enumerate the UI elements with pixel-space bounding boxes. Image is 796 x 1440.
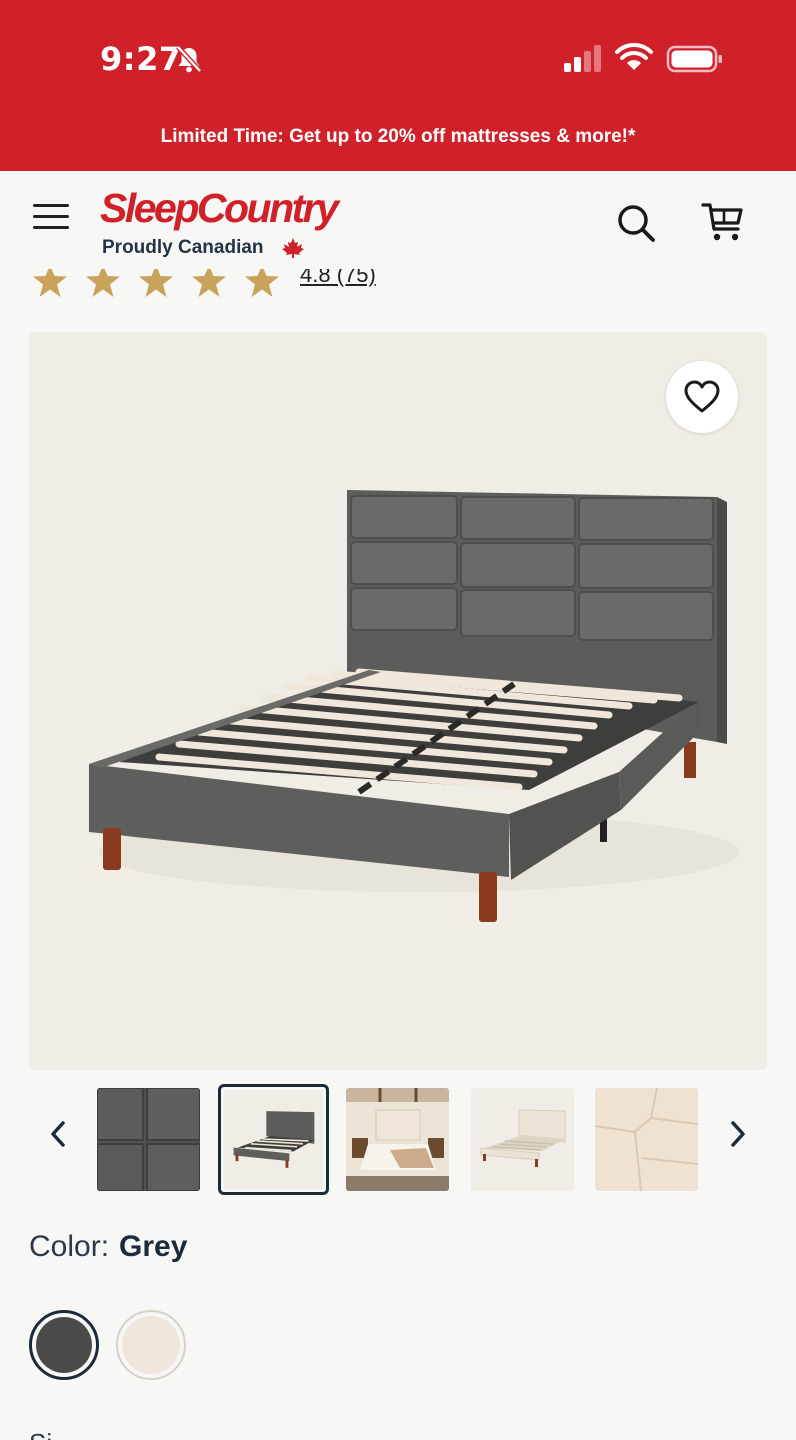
promo-banner-text[interactable]: Limited Time: Get up to 20% off mattress… bbox=[0, 126, 796, 148]
chevron-left-icon[interactable] bbox=[46, 1118, 70, 1150]
top-banner: 9:27 Limited Time: Get up to 20% off mat… bbox=[0, 0, 796, 171]
cellular-signal-icon bbox=[564, 45, 601, 72]
bed-frame-illustration bbox=[89, 490, 739, 922]
thumbnail-beige-detail[interactable] bbox=[595, 1088, 698, 1191]
thumbnail-headboard-detail[interactable] bbox=[97, 1088, 200, 1191]
color-swatch-beige[interactable] bbox=[116, 1310, 186, 1380]
maple-leaf-icon bbox=[282, 238, 304, 258]
site-header-foreground: SleepCountry Proudly Canadian bbox=[0, 171, 796, 275]
thumbnail-bedroom-scene[interactable] bbox=[346, 1088, 449, 1191]
logo-tagline: Proudly Canadian bbox=[102, 237, 264, 258]
size-label: Si bbox=[29, 1428, 52, 1440]
favorite-button[interactable] bbox=[666, 361, 738, 433]
bell-off-icon bbox=[176, 45, 202, 73]
thumbnail-bed-frame-beige[interactable] bbox=[471, 1088, 574, 1191]
thumbnail-bed-frame-grey[interactable] bbox=[218, 1084, 329, 1195]
battery-icon bbox=[666, 45, 722, 73]
cart-icon[interactable] bbox=[700, 199, 746, 245]
product-main-image[interactable] bbox=[29, 332, 767, 1070]
search-icon[interactable] bbox=[614, 201, 658, 245]
logo-wordmark[interactable]: SleepCountry bbox=[100, 185, 339, 232]
status-time: 9:27 bbox=[100, 40, 182, 78]
menu-icon[interactable] bbox=[33, 204, 69, 234]
color-label: Color: bbox=[29, 1230, 110, 1263]
color-value: Grey bbox=[119, 1230, 188, 1263]
color-swatch-grey[interactable] bbox=[29, 1310, 99, 1380]
chevron-right-icon[interactable] bbox=[726, 1118, 750, 1150]
thumbnail-carousel bbox=[0, 1084, 796, 1196]
color-selector-label: Color: Grey bbox=[29, 1230, 187, 1264]
heart-icon bbox=[684, 380, 720, 413]
wifi-icon bbox=[615, 42, 653, 70]
